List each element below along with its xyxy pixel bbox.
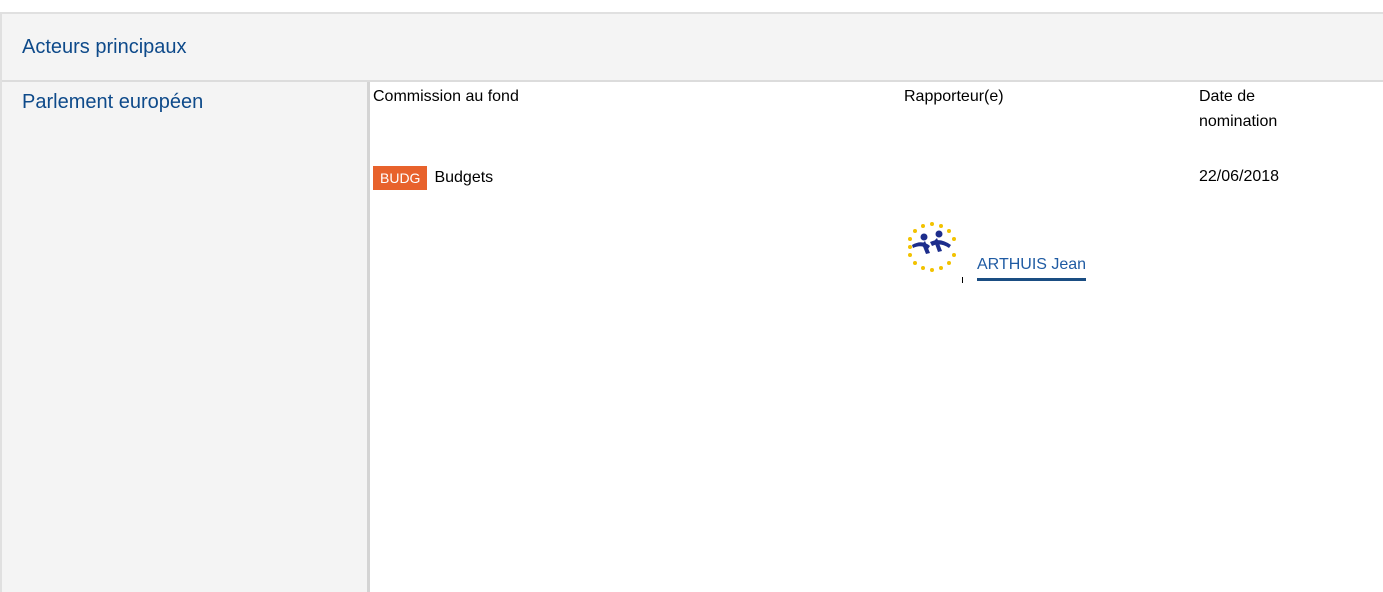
column-header-appointment-date: Date de nomination — [1199, 88, 1278, 130]
institution-column: Parlement européen — [2, 82, 370, 592]
key-players-panel: Acteurs principaux Parlement européen Co… — [0, 12, 1383, 592]
logo-divider — [962, 277, 963, 283]
column-header-committee: Commission au fond — [373, 88, 519, 105]
section-title: Acteurs principaux — [22, 35, 187, 58]
committee-row: BUDG Budgets — [373, 166, 493, 190]
appointment-date: 22/06/2018 — [1199, 168, 1280, 185]
rapporteur-link[interactable]: ARTHUIS Jean — [977, 256, 1087, 281]
column-header-rapporteur: Rapporteur(e) — [904, 88, 1004, 105]
panel-body: Parlement européen Commission au fond Ra… — [2, 82, 1383, 592]
ep-political-group-logo-icon — [908, 222, 956, 272]
committee-badge: BUDG — [373, 166, 428, 190]
panel-header: Acteurs principaux — [2, 14, 1383, 82]
committee-name: Budgets — [434, 169, 494, 186]
rapporteur-entry: ARTHUIS Jean — [904, 219, 1134, 283]
institution-name: Parlement européen — [22, 91, 204, 113]
